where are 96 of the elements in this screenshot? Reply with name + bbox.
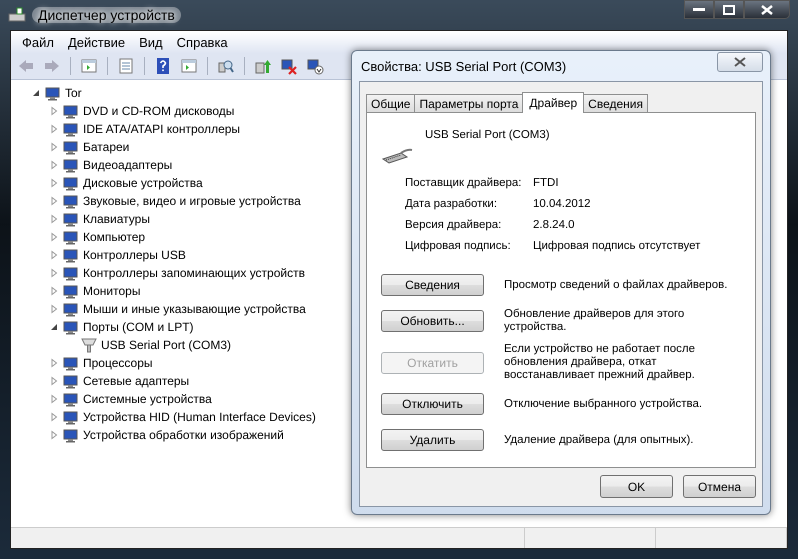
expand-arrow-icon[interactable]: [49, 106, 59, 116]
device-icon: [63, 319, 79, 335]
expand-arrow-icon[interactable]: [49, 358, 59, 368]
close-icon: [734, 57, 746, 67]
device-icon: [63, 157, 79, 173]
device-icon: [63, 391, 79, 407]
minimize-icon: [693, 8, 705, 12]
tree-item[interactable]: Контроллеры USB: [83, 248, 186, 262]
tree-item[interactable]: DVD и CD-ROM дисководы: [83, 104, 234, 118]
expand-arrow-icon[interactable]: [49, 376, 59, 386]
maximize-icon: [723, 4, 735, 14]
device-icon: [63, 139, 79, 155]
collapse-arrow-icon[interactable]: [31, 88, 41, 98]
computer-icon: [45, 85, 61, 101]
expand-arrow-icon[interactable]: [49, 232, 59, 242]
action-description: Удаление драйвера (для опытных).: [504, 432, 694, 448]
expand-arrow-icon[interactable]: [49, 196, 59, 206]
expand-arrow-icon[interactable]: [49, 178, 59, 188]
tab[interactable]: Драйвер: [522, 92, 584, 113]
device-icon: [63, 427, 79, 443]
tab[interactable]: Параметры порта: [414, 94, 524, 112]
property-label: Цифровая подпись:: [405, 240, 512, 252]
device-icon: [63, 211, 79, 227]
expand-arrow-icon[interactable]: [49, 214, 59, 224]
expand-arrow-icon[interactable]: [49, 394, 59, 404]
tree-item[interactable]: Видеоадаптеры: [83, 158, 172, 172]
action-button[interactable]: Отключить: [381, 393, 484, 415]
device-icon: [63, 103, 79, 119]
menu-item[interactable]: Действие: [60, 32, 132, 52]
tree-item[interactable]: Контроллеры запоминающих устройств: [83, 266, 305, 280]
action-description: Отключение выбранного устройства.: [504, 396, 704, 412]
tree-item[interactable]: USB Serial Port (COM3): [101, 338, 232, 352]
device-icon: [63, 175, 79, 191]
expand-arrow-icon[interactable]: [49, 250, 59, 260]
expand-arrow-icon[interactable]: [49, 124, 59, 134]
expand-arrow-icon[interactable]: [49, 286, 59, 296]
action-description: Просмотр сведений о файлах драйверов.: [504, 278, 728, 292]
device-icon: [63, 193, 79, 209]
close-button[interactable]: [717, 52, 763, 72]
device-icon: [63, 301, 79, 317]
tree-item[interactable]: Устройства HID (Human Interface Devices): [83, 410, 316, 424]
action-description: Обновление драйверов для этого устройства.: [504, 307, 686, 335]
minimize-button[interactable]: [684, 0, 714, 19]
collapse-arrow-icon[interactable]: [49, 322, 59, 332]
property-value: FTDI: [533, 177, 560, 189]
property-value: Цифровая подпись отсутствует: [533, 240, 702, 252]
port-connector-icon: [81, 337, 97, 353]
close-button[interactable]: [744, 0, 790, 19]
menu-item[interactable]: Файл: [15, 32, 61, 52]
tree-item[interactable]: Мыши и иные указывающие устройства: [83, 302, 306, 316]
tree-item[interactable]: Процессоры: [83, 356, 152, 370]
property-label: Поставщик драйвера:: [405, 177, 522, 189]
device-icon: [63, 121, 79, 137]
maximize-button[interactable]: [714, 0, 744, 19]
expand-arrow-icon[interactable]: [49, 268, 59, 278]
tree-item[interactable]: Tor: [65, 86, 82, 100]
device-icon: [63, 265, 79, 281]
tree-item[interactable]: Компьютер: [83, 230, 146, 244]
action-button[interactable]: Обновить...: [381, 310, 484, 332]
expand-arrow-icon[interactable]: [49, 160, 59, 170]
device-icon: [63, 283, 79, 299]
device-icon: [63, 409, 79, 425]
tree-item[interactable]: Порты (COM и LPT): [83, 320, 194, 334]
tree-item[interactable]: Устройства обработки изображений: [83, 428, 284, 442]
property-value: 2.8.24.0: [533, 219, 576, 231]
property-value: 10.04.2012: [533, 198, 592, 210]
tree-item[interactable]: Клавиатуры: [83, 212, 150, 226]
device-icon: [63, 373, 79, 389]
tree-item[interactable]: Мониторы: [83, 284, 140, 298]
tree-item[interactable]: Системные устройства: [83, 392, 212, 406]
tree-item[interactable]: Батареи: [83, 140, 130, 154]
device-icon: [63, 247, 79, 263]
expand-arrow-icon[interactable]: [49, 412, 59, 422]
action-description: Если устройство не работает после обновления драйвера, откат восстанавливает прежний драйвер.: [504, 342, 696, 383]
action-button[interactable]: Удалить: [381, 429, 484, 451]
device-name: USB Serial Port (COM3): [425, 129, 550, 141]
tab[interactable]: Общие: [366, 94, 416, 112]
expand-arrow-icon[interactable]: [49, 304, 59, 314]
dialog-button[interactable]: OK: [600, 475, 673, 498]
tree-item[interactable]: IDE ATA/ATAPI контроллеры: [83, 122, 240, 136]
device-icon: [63, 229, 79, 245]
tree-item[interactable]: Сетевые адаптеры: [83, 374, 190, 388]
dialog-button[interactable]: Отмена: [683, 475, 756, 498]
dialog-title: Свойства: USB Serial Port (COM3): [361, 58, 566, 74]
tree-item[interactable]: Дисковые устройства: [83, 176, 203, 190]
close-icon: [761, 4, 773, 14]
expand-arrow-icon[interactable]: [49, 430, 59, 440]
property-label: Дата разработки:: [405, 198, 498, 210]
menu-item[interactable]: Вид: [132, 32, 170, 52]
menu-item[interactable]: Справка: [170, 32, 235, 52]
tree-item[interactable]: Звуковые, видео и игровые устройства: [83, 194, 301, 208]
expand-arrow-icon[interactable]: [49, 142, 59, 152]
action-button[interactable]: Сведения: [381, 274, 484, 296]
device-icon: [63, 355, 79, 371]
tab[interactable]: Сведения: [583, 94, 648, 112]
property-label: Версия драйвера:: [405, 219, 502, 231]
